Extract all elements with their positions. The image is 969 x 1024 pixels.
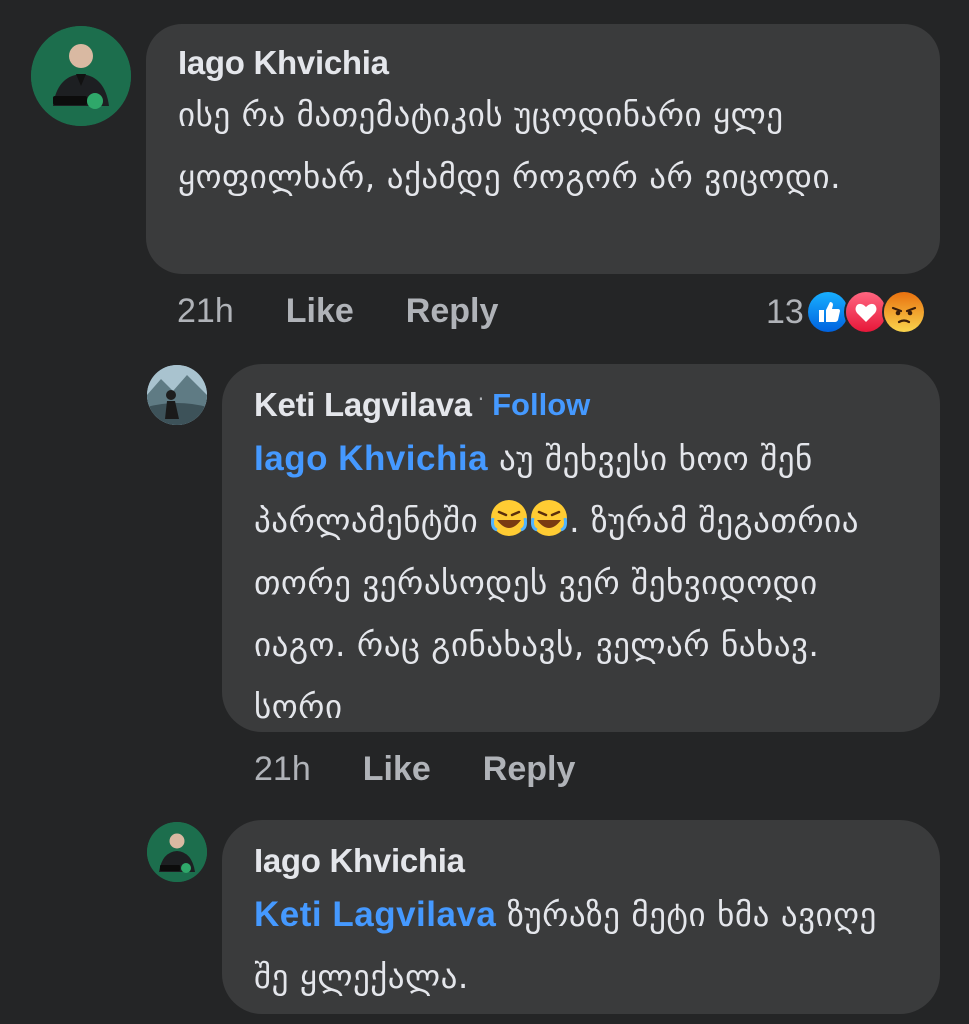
avatar[interactable] bbox=[31, 26, 131, 126]
comment-bubble: Keti Lagvilava · Follow Iago Khvichia აუ… bbox=[222, 364, 940, 732]
comment-actions: 21h Like Reply bbox=[177, 292, 498, 331]
reaction-summary[interactable]: 13 bbox=[766, 290, 926, 334]
comment-author[interactable]: Keti Lagvilava bbox=[254, 386, 472, 424]
comment-author[interactable]: Iago Khvichia bbox=[254, 842, 912, 880]
reply-button[interactable]: Reply bbox=[483, 750, 576, 789]
comment-text: ისე რა მათემატიკის უცოდინარი ყლე ყოფილხა… bbox=[178, 95, 842, 196]
comment-author[interactable]: Iago Khvichia bbox=[178, 44, 910, 82]
reaction-icons bbox=[805, 290, 926, 334]
mention-link[interactable]: Keti Lagvilava bbox=[254, 895, 496, 934]
like-button[interactable]: Like bbox=[363, 750, 431, 789]
like-button[interactable]: Like bbox=[286, 292, 354, 331]
comment-bubble: Iago Khvichia ისე რა მათემატიკის უცოდინა… bbox=[146, 24, 940, 274]
separator-dot: · bbox=[477, 387, 485, 411]
angry-reaction-icon bbox=[881, 290, 926, 334]
comment-text: Keti Lagvilava ზურაზე მეტი ხმა ავიღე შე … bbox=[254, 884, 914, 1008]
comment-timestamp[interactable]: 21h bbox=[177, 292, 234, 331]
avatar[interactable] bbox=[147, 365, 207, 425]
mention-link[interactable]: Iago Khvichia bbox=[254, 439, 488, 478]
comment-timestamp[interactable]: 21h bbox=[254, 750, 311, 789]
comment-text: Iago Khvichia აუ შეხვესი ხოო შენ პარლამე… bbox=[254, 428, 914, 738]
rolling-laughing-emoji bbox=[489, 498, 529, 538]
rolling-laughing-emoji bbox=[529, 498, 569, 538]
comment-actions: 21h Like Reply bbox=[254, 750, 575, 789]
avatar[interactable] bbox=[147, 822, 207, 882]
reaction-count: 13 bbox=[766, 292, 804, 331]
comment-bubble: Iago Khvichia Keti Lagvilava ზურაზე მეტი… bbox=[222, 820, 940, 1014]
reply-button[interactable]: Reply bbox=[406, 292, 499, 331]
follow-button[interactable]: Follow bbox=[492, 387, 590, 423]
comment-header: Keti Lagvilava · Follow bbox=[254, 386, 912, 424]
